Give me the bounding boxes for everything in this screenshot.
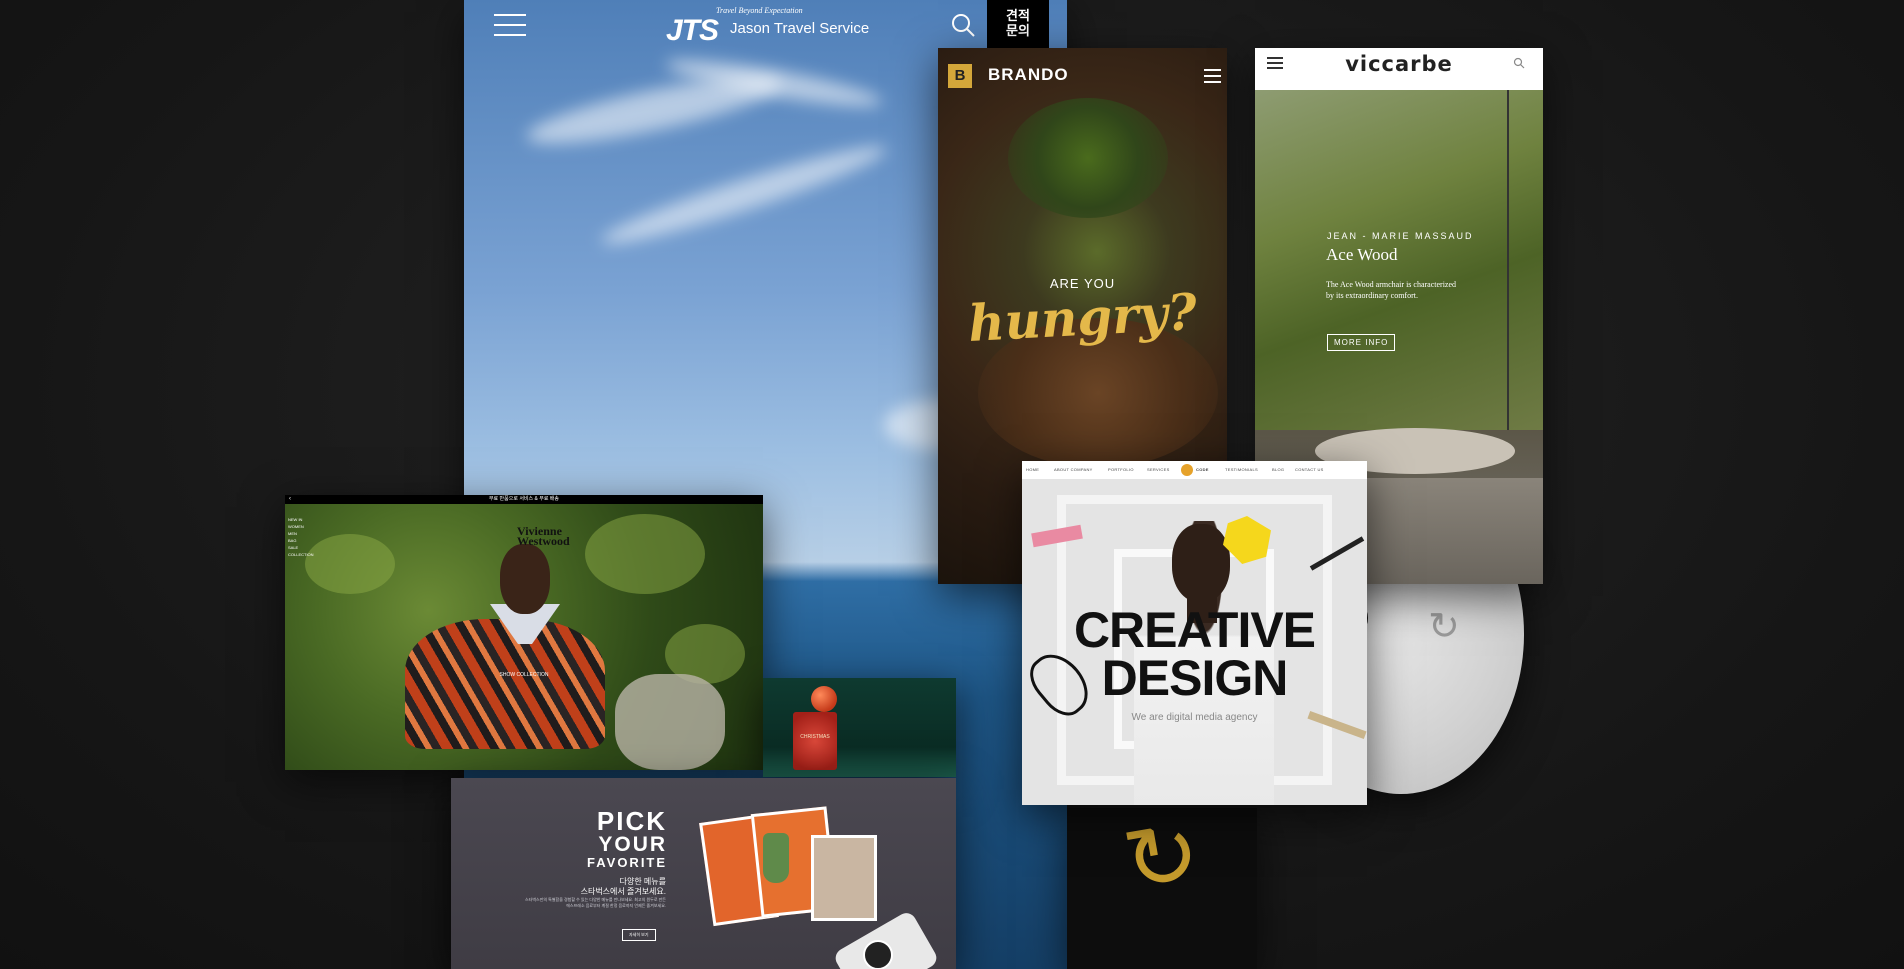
jts-brand-name: Jason Travel Service [730, 20, 870, 37]
menu-card[interactable] [811, 835, 877, 921]
nav-item[interactable]: WOMEN [288, 523, 314, 530]
vw-nav: NEW IN WOMEN MEN BAG SALE COLLECTION [288, 516, 314, 558]
promo-body-text: 스타벅스만의 특별함을 경험할 수 있는 다양한 메뉴를 만나보세요. 최고의 … [524, 897, 666, 908]
nav-item[interactable]: SALE [288, 544, 314, 551]
vw-logo-line2: Westwood [517, 534, 570, 548]
heading-line2: YOUR [598, 833, 668, 856]
brando-logo-icon[interactable]: B [948, 64, 972, 88]
creative-design-screen: HOME ABOUT COMPANY PORTFOLIO SERVICES CO… [1022, 461, 1367, 805]
hero-title: CREATIVE DESIGN [1022, 602, 1367, 706]
hero-title-line2: DESIGN [1101, 650, 1289, 706]
hero-subtitle: We are digital media agency [1131, 712, 1258, 723]
nav-item[interactable]: BAG [288, 537, 314, 544]
brando-header: B BRANDO [938, 48, 1227, 100]
vw-logo[interactable]: Vivienne Westwood [517, 525, 570, 548]
jts-header: Travel Beyond Expectation JTS Jason Trav… [464, 0, 1067, 48]
hamburger-icon[interactable] [1204, 69, 1221, 87]
ko-title-line1: 다양한 메뉴를 [619, 877, 666, 886]
designer-name: JEAN - MARIE MASSAUD [1327, 231, 1474, 241]
promo-korean-title: 다양한 메뉴를 스타벅스에서 즐겨보세요. [521, 877, 666, 897]
viccarbe-logo[interactable]: viccarbe [1255, 52, 1543, 76]
quote-label-line2: 문의 [1006, 23, 1030, 38]
starbucks-screen: PICK YOUR FAVORITE 다양한 메뉴를 스타벅스에서 즐겨보세요.… [451, 778, 956, 969]
foliage [305, 534, 395, 594]
nav-blog[interactable]: BLOG [1272, 467, 1284, 472]
search-icon[interactable] [950, 12, 976, 38]
code-logo-icon[interactable] [1181, 464, 1193, 476]
heading-line1: PICK [596, 806, 668, 836]
hamburger-icon[interactable] [494, 14, 526, 36]
hero-photo: Vivienne Westwood NEW IN WOMEN MEN BAG S… [285, 504, 763, 770]
product-title: Ace Wood [1326, 245, 1398, 264]
search-icon[interactable] [1513, 57, 1525, 69]
viccarbe-header: viccarbe [1255, 48, 1543, 90]
quote-label-line1: 견적 [1006, 8, 1030, 23]
gold-logo-mark: ↻ [1116, 808, 1208, 914]
black-packaging: ↻ [1067, 808, 1257, 969]
vivienne-westwood-screen: 무료 반품으로 서비스 & 무료 배송 ‹ Vivienne Westwood … [285, 495, 763, 770]
nav-item[interactable]: NEW IN [288, 516, 314, 523]
nav-about[interactable]: ABOUT COMPANY [1054, 467, 1093, 472]
nav-services[interactable]: SERVICES [1147, 467, 1170, 472]
herb-garnish [1008, 98, 1168, 218]
nav-item[interactable]: COLLECTION [288, 551, 314, 558]
christmas-tea-box[interactable]: CHRISTMAS [793, 712, 837, 770]
nav-contact[interactable]: CONTACT US [1295, 467, 1324, 472]
creative-nav: HOME ABOUT COMPANY PORTFOLIO SERVICES CO… [1022, 461, 1367, 479]
collection-link[interactable]: SHOW COLLECTION [285, 672, 763, 678]
ornament-ball [811, 686, 837, 712]
model-sweater [405, 619, 605, 749]
christmas-product-strip: CHRISTMAS [763, 678, 956, 777]
nav-portfolio[interactable]: PORTFOLIO [1108, 467, 1134, 472]
wicker-chair [615, 674, 725, 770]
jts-logo-mark: JTS [666, 14, 719, 47]
sky-cloud [596, 134, 892, 256]
starbucks-siren-icon [863, 940, 893, 969]
code-logo-text[interactable]: CODE [1196, 467, 1209, 472]
promo-bar: 무료 반품으로 서비스 & 무료 배송 [285, 495, 763, 504]
christmas-label: CHRISTMAS [800, 734, 830, 740]
model-face [1172, 524, 1230, 602]
cd-logo-mark: ↻ [1428, 606, 1460, 648]
learn-more-button[interactable]: 자세히 보기 [622, 929, 656, 941]
window-frame [1507, 90, 1509, 430]
nav-item[interactable]: MEN [288, 530, 314, 537]
back-arrow-icon[interactable]: ‹ [289, 495, 291, 504]
heading-line3: FAVORITE [587, 855, 668, 870]
hero-title-line1: CREATIVE [1073, 602, 1316, 658]
ko-title-line2: 스타벅스에서 즐겨보세요. [580, 887, 666, 896]
more-info-button[interactable]: MORE INFO [1327, 334, 1396, 351]
model-head [500, 544, 550, 614]
nav-home[interactable]: HOME [1026, 467, 1039, 472]
brando-brand-name[interactable]: BRANDO [988, 65, 1069, 85]
nav-testimonials[interactable]: TESTIMONIALS [1225, 467, 1258, 472]
foliage [585, 514, 705, 594]
jts-tagline: Travel Beyond Expectation [716, 6, 803, 15]
garden-window [1255, 90, 1543, 430]
product-description: The Ace Wood armchair is characterized b… [1326, 280, 1457, 300]
promo-heading: PICK YOUR FAVORITE [587, 808, 667, 870]
frappuccino-cup [763, 833, 789, 883]
quote-request-button[interactable]: 견적 문의 [987, 0, 1049, 48]
